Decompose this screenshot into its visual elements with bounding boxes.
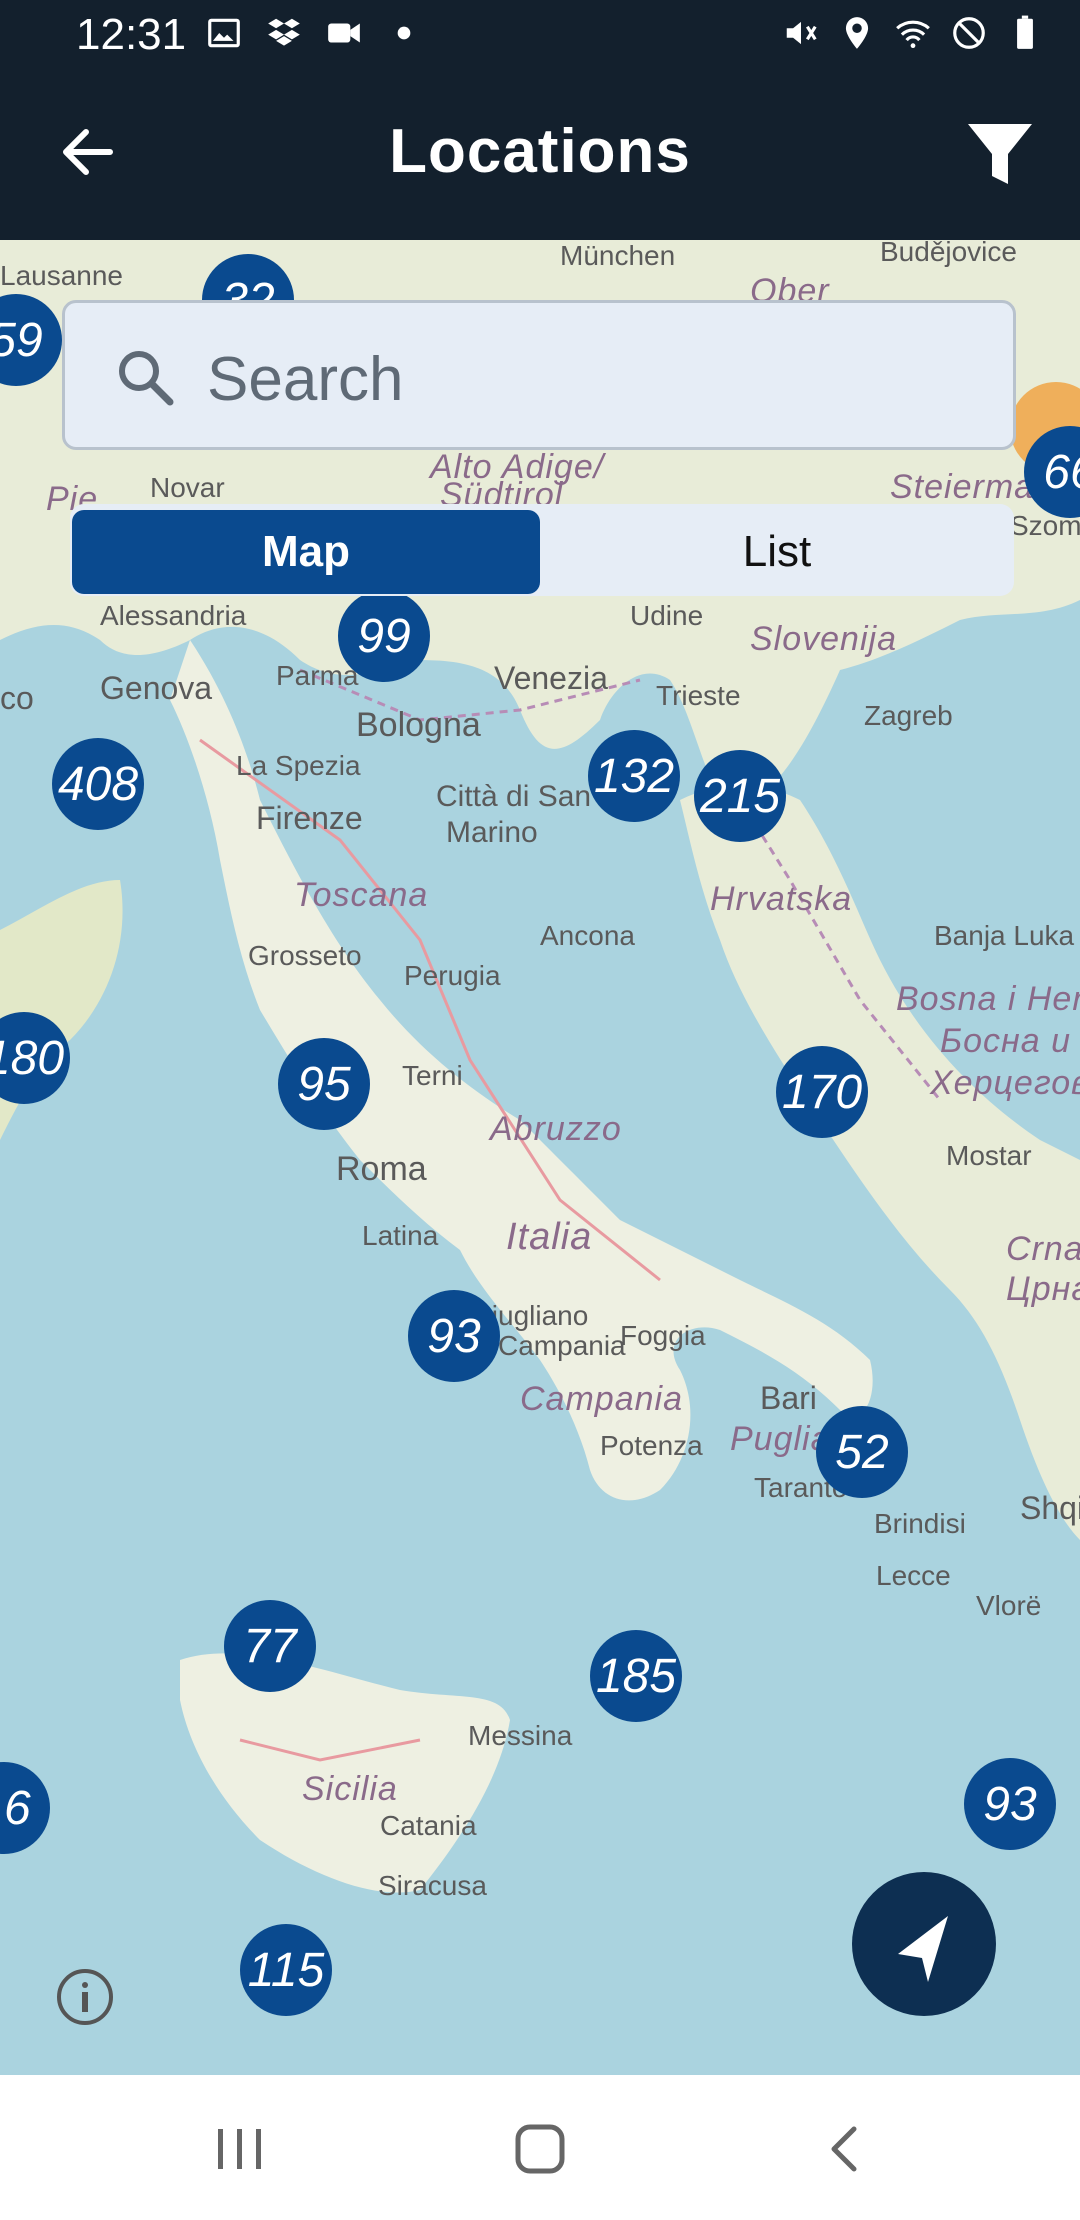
filter-icon[interactable] [964,118,1036,190]
map-label-italia: Italia [506,1216,593,1258]
map-label-grosseto: Grosseto [248,940,362,971]
map-label-bari: Bari [760,1380,817,1416]
map-label-brindisi: Brindisi [874,1508,966,1539]
map-label-marino: Marino [446,816,538,849]
status-time: 12:31 [76,10,187,59]
mute-icon [786,21,817,45]
map-label-banja-luka: Banja Luka [934,920,1075,951]
map-label-perugia: Perugia [404,960,501,991]
map-label-bosna: Bosna i Herce [896,980,1080,1018]
map-label-shqip: Shqip [1020,1490,1080,1526]
map-label-crna: Crna [1006,1230,1080,1268]
dot-icon [397,26,411,40]
map-label-novara: Novar [150,472,225,503]
map-cluster[interactable]: 215 [694,750,786,842]
map-cluster[interactable]: 99 [338,590,430,682]
map-label-ancona: Ancona [540,920,635,951]
status-bar: 12:31 [0,0,1080,72]
info-icon[interactable] [54,1966,116,2028]
map-label-hrvatska: Hrvatska [710,880,853,918]
map-label-messina: Messina [468,1720,573,1751]
map-label-genova: Genova [100,670,213,706]
map-cluster[interactable]: 408 [52,738,144,830]
status-icons-right [782,14,1044,52]
map-cluster[interactable]: 132 [588,730,680,822]
gallery-icon [208,18,240,48]
video-icon [328,23,360,43]
map-label-catania: Catania [380,1810,477,1841]
home-icon[interactable] [510,2119,570,2179]
search-input[interactable] [205,333,969,425]
location-icon [845,17,869,49]
map-cluster[interactable]: 93 [964,1758,1056,1850]
page-title: Locations [389,117,691,186]
app-bar: Locations [0,72,1080,240]
map-label-co: co [0,680,34,716]
map-cluster[interactable]: 170 [776,1046,868,1138]
map-label-foggia: Foggia [620,1320,706,1351]
navigation-arrow-icon [898,1916,948,1982]
map-label-citta-san-marino: Città di San [436,780,592,813]
map-cluster[interactable]: 115 [240,1924,332,2016]
map-label-zagreb: Zagreb [864,700,953,731]
map-label-bologna: Bologna [356,706,481,744]
map-label-munchen: München [560,240,676,271]
map-label-abruzzo: Abruzzo [490,1110,622,1148]
map-label-parma: Parma [276,660,359,691]
map-label-lausanne: Lausanne [0,260,124,291]
dropbox-icon [268,18,300,46]
map-label-slovenija: Slovenija [750,620,897,658]
map-label-crna-cyr: Црна [1006,1270,1080,1308]
map-cluster[interactable]: 77 [224,1600,316,1692]
recents-icon[interactable] [210,2119,270,2179]
view-toggle: Map List [70,504,1014,596]
system-nav-bar [0,2075,1080,2220]
search-box [62,300,1016,450]
map-label-firenze: Firenze [256,800,363,836]
toggle-list[interactable]: List [542,510,1012,594]
map-label-potenza: Potenza [600,1430,703,1461]
search-icon [119,351,174,406]
map-label-udine: Udine [630,600,704,631]
map-label-siracusa: Siracusa [378,1870,487,1901]
map-label-trieste: Trieste [656,680,741,711]
toggle-map[interactable]: Map [72,510,540,594]
back-icon[interactable] [816,2119,876,2179]
map-label-terni: Terni [402,1060,463,1091]
battery-icon [1017,15,1033,49]
map-cluster[interactable]: 52 [816,1406,908,1498]
map-label-herceg-cyr: Херцегови [930,1064,1080,1102]
map-label-vlore: Vlorë [976,1590,1042,1621]
map-label-roma: Roma [336,1150,427,1188]
map-label-toscana: Toscana [294,876,429,914]
map-label-la-spezia: La Spezia [236,750,361,781]
wifi-icon [896,20,930,49]
map-label-latina: Latina [362,1220,439,1251]
map-label-bosna-cyr: Босна и [940,1022,1072,1060]
map-cluster[interactable]: 95 [278,1038,370,1130]
map-label-budejovice: Budějovice [880,240,1017,267]
map-label-campania-region: Campania [520,1380,683,1418]
map-cluster[interactable]: 93 [408,1290,500,1382]
map-label-sicilia: Sicilia [302,1770,398,1808]
status-icons-left [205,14,423,52]
block-icon [953,17,985,49]
map-label-lecce: Lecce [876,1560,951,1591]
map-cluster[interactable]: 185 [590,1630,682,1722]
locate-button[interactable] [852,1872,996,2016]
map-label-campania-city: Campania [498,1330,626,1361]
map-label-steiermark: Steierma [890,468,1035,506]
map-label-venezia: Venezia [494,660,608,696]
map-label-mostar: Mostar [946,1140,1032,1171]
map-label-alessandria: Alessandria [100,600,247,631]
